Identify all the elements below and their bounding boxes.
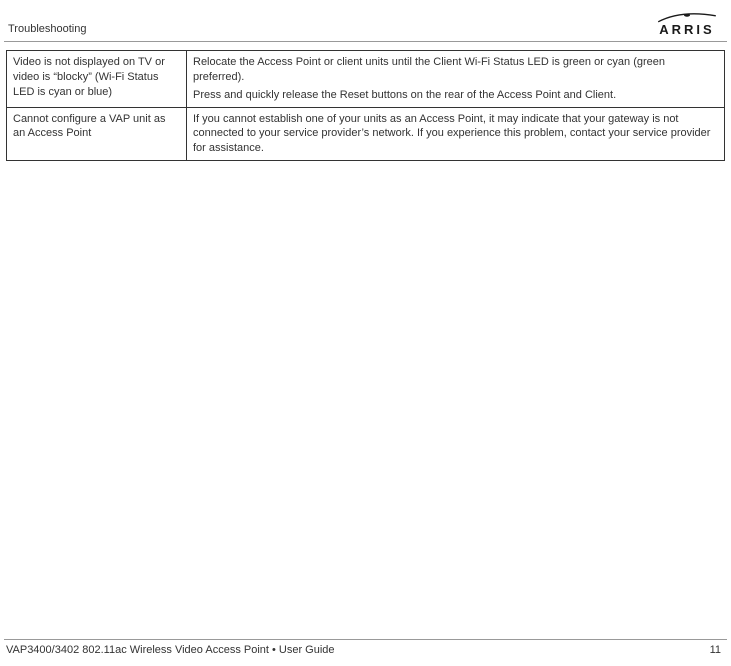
problem-cell: Cannot configure a VAP unit as an Access…	[7, 107, 187, 161]
solution-text: If you cannot establish one of your unit…	[193, 112, 718, 157]
solution-text: Press and quickly release the Reset butt…	[193, 88, 718, 103]
solution-cell: If you cannot establish one of your unit…	[187, 107, 725, 161]
solution-text: Relocate the Access Point or client unit…	[193, 55, 718, 85]
table-row: Cannot configure a VAP unit as an Access…	[7, 107, 725, 161]
problem-cell: Video is not displayed on TV or video is…	[7, 51, 187, 108]
troubleshooting-table: Video is not displayed on TV or video is…	[6, 50, 725, 161]
brand-logo: ARRIS	[657, 10, 717, 37]
page-number: 11	[710, 644, 721, 656]
logo-text: ARRIS	[659, 22, 714, 37]
table-row: Video is not displayed on TV or video is…	[7, 51, 725, 108]
page-header: Troubleshooting ARRIS	[4, 0, 727, 42]
section-title: Troubleshooting	[8, 23, 86, 37]
solution-cell: Relocate the Access Point or client unit…	[187, 51, 725, 108]
main-content: Video is not displayed on TV or video is…	[0, 42, 731, 161]
footer-guide-title: VAP3400/3402 802.11ac Wireless Video Acc…	[6, 644, 335, 656]
page-footer: VAP3400/3402 802.11ac Wireless Video Acc…	[4, 639, 727, 656]
